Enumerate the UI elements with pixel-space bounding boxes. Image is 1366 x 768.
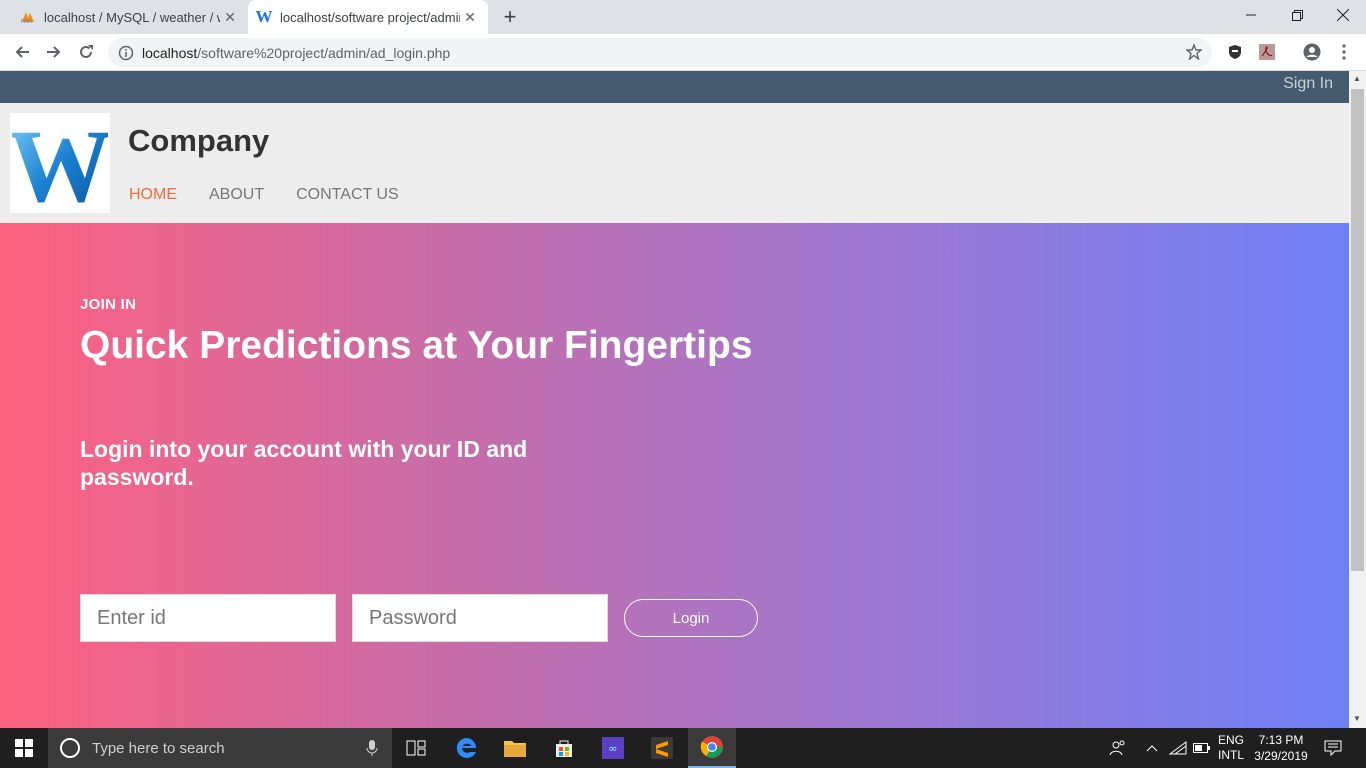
reload-button[interactable]	[74, 40, 98, 64]
lang-layout: INTL	[1217, 748, 1244, 762]
taskbar-search[interactable]: Type here to search	[48, 728, 392, 768]
site-logo[interactable]: W	[10, 113, 110, 213]
close-window-button[interactable]	[1320, 0, 1366, 30]
windows-logo-icon	[15, 739, 33, 757]
hero-headline: Quick Predictions at Your Fingertips	[80, 324, 753, 367]
arduino-icon[interactable]: ∞	[589, 728, 637, 768]
windows-taskbar: Type here to search ∞ ENG INTL 7:13 PM 3…	[0, 728, 1366, 768]
microphone-icon[interactable]	[366, 740, 378, 756]
tab-admin-login[interactable]: W localhost/software project/admin ✕	[248, 0, 488, 34]
pdf-extension-icon[interactable]	[1258, 43, 1276, 61]
tab-title: localhost / MySQL / weather / wc	[44, 9, 220, 25]
site-header: W Company HOME ABOUT CONTACT US	[0, 103, 1349, 223]
top-bar: Sign In	[0, 71, 1349, 103]
page-scrollbar[interactable]: ▲ ▼	[1349, 71, 1366, 728]
taskbar-search-placeholder: Type here to search	[92, 739, 225, 757]
info-icon[interactable]	[118, 45, 134, 61]
scrollbar-thumb[interactable]	[1351, 89, 1364, 571]
shield-extension-icon[interactable]	[1226, 43, 1244, 61]
main-nav: HOME ABOUT CONTACT US	[129, 186, 399, 204]
address-bar[interactable]: localhost/software%20project/admin/ad_lo…	[108, 38, 1212, 67]
url-path: /software%20project/admin/ad_login.php	[197, 44, 451, 61]
tab-phpmyadmin[interactable]: PMA localhost / MySQL / weather / wc ✕	[12, 0, 248, 34]
task-view-icon[interactable]	[392, 728, 440, 768]
nav-contact-us[interactable]: CONTACT US	[296, 186, 399, 204]
close-tab-icon[interactable]: ✕	[220, 7, 240, 27]
id-input[interactable]: Enter id	[80, 594, 336, 642]
tray-chevron-icon[interactable]	[1142, 728, 1162, 768]
chrome-icon[interactable]	[688, 728, 736, 768]
clock-date: 3/29/2019	[1254, 749, 1308, 763]
profile-icon[interactable]	[1303, 43, 1321, 61]
forward-button[interactable]	[42, 40, 66, 64]
svg-text:W: W	[12, 115, 108, 211]
new-tab-button[interactable]: +	[498, 4, 522, 29]
scroll-down-arrow-icon[interactable]: ▼	[1353, 714, 1361, 723]
hero-eyebrow: JOIN IN	[80, 296, 137, 313]
browser-toolbar: localhost/software%20project/admin/ad_lo…	[0, 34, 1366, 71]
edge-browser-icon[interactable]	[443, 728, 491, 768]
notifications-icon[interactable]	[1318, 728, 1348, 768]
sublime-text-icon[interactable]	[638, 728, 686, 768]
menu-kebab-icon[interactable]	[1335, 43, 1353, 61]
store-icon[interactable]	[540, 728, 588, 768]
nav-home[interactable]: HOME	[129, 186, 177, 204]
hero-subtitle: Login into your account with your ID and…	[80, 436, 528, 490]
cortana-icon	[60, 738, 80, 758]
back-button[interactable]	[10, 40, 34, 64]
close-tab-icon[interactable]: ✕	[460, 7, 480, 27]
url-text: localhost/software%20project/admin/ad_lo…	[142, 45, 450, 61]
lang-code: ENG	[1217, 733, 1244, 747]
minimize-button[interactable]	[1228, 0, 1274, 30]
wifi-icon[interactable]	[1166, 728, 1190, 768]
web-page: Sign In W Company HOME ABOUT CONTACT US …	[0, 71, 1349, 728]
url-host: localhost	[142, 44, 198, 61]
phpmyadmin-icon: PMA	[20, 9, 36, 25]
svg-text:PMA: PMA	[21, 19, 32, 24]
password-input[interactable]: Password	[352, 594, 608, 642]
people-icon[interactable]	[1104, 728, 1132, 768]
login-button[interactable]: Login	[624, 599, 758, 637]
battery-icon[interactable]	[1190, 728, 1214, 768]
company-name: Company	[128, 123, 270, 158]
nav-about[interactable]: ABOUT	[209, 186, 264, 204]
tab-strip: PMA localhost / MySQL / weather / wc ✕ W…	[0, 0, 1366, 34]
clock[interactable]: 7:13 PM 3/29/2019	[1250, 728, 1312, 768]
clock-time: 7:13 PM	[1258, 733, 1304, 747]
svg-text:∞: ∞	[608, 742, 617, 755]
sign-in-link[interactable]: Sign In	[1283, 75, 1333, 93]
language-indicator[interactable]: ENG INTL	[1214, 728, 1248, 768]
tab-title: localhost/software project/admin	[280, 9, 460, 25]
scroll-up-arrow-icon[interactable]: ▲	[1353, 74, 1361, 83]
start-button[interactable]	[0, 728, 48, 768]
bookmark-star-icon[interactable]	[1186, 44, 1202, 60]
restore-button[interactable]	[1274, 0, 1320, 30]
hero-section: JOIN IN Quick Predictions at Your Finger…	[0, 223, 1349, 728]
site-w-icon: W	[255, 7, 273, 26]
file-explorer-icon[interactable]	[491, 728, 539, 768]
